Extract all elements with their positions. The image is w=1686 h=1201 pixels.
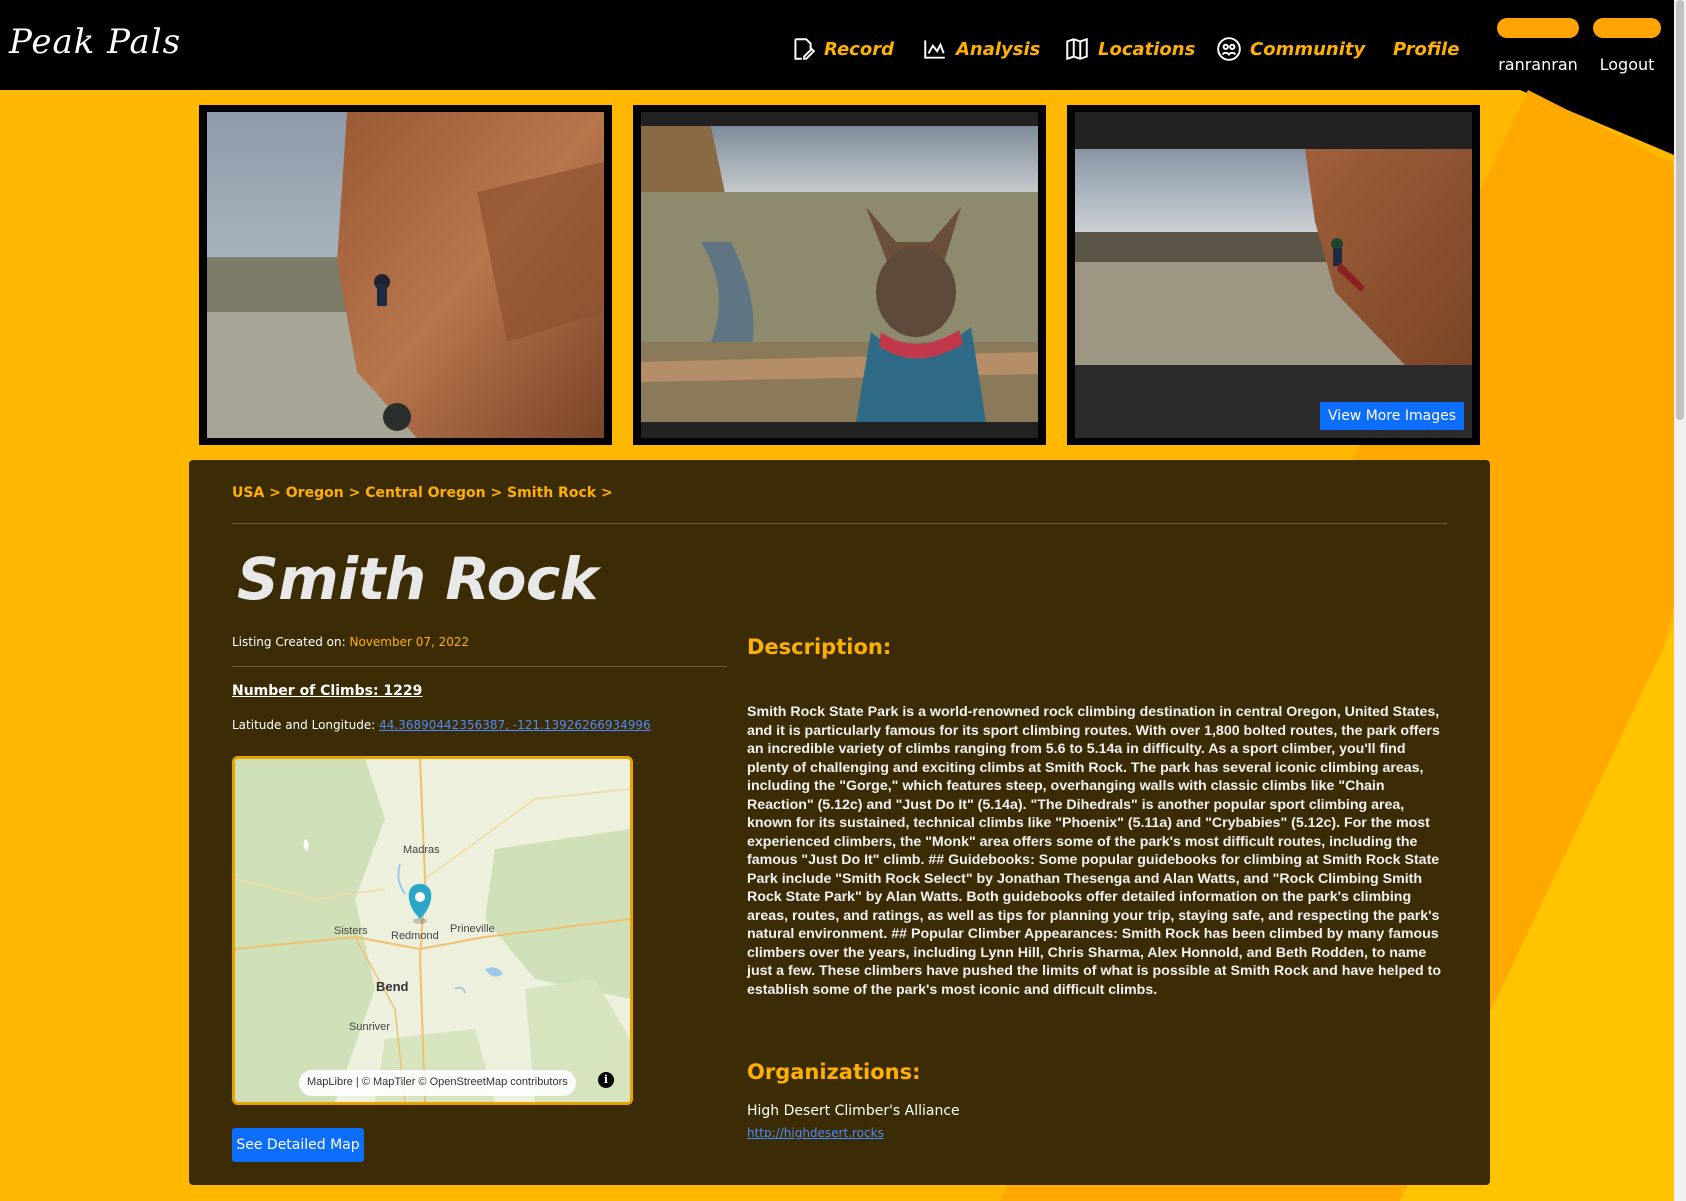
community-icon [1217, 37, 1241, 61]
map-attribution[interactable]: MapLibre | © MapTiler © OpenStreetMap co… [299, 1070, 576, 1096]
number-of-climbs: Number of Climbs: 1229 [232, 683, 423, 699]
map-label-redmond: Redmond [391, 930, 439, 942]
dog-photo [641, 112, 1038, 438]
nav-profile[interactable]: Profile [1393, 34, 1459, 64]
latlng-label: Latitude and Longitude: [232, 718, 376, 732]
listing-created: Listing Created on: November 07, 2022 [232, 635, 469, 649]
nav-analysis[interactable]: Analysis [922, 34, 1040, 64]
breadcrumb-sep: > [490, 485, 503, 501]
gallery-photo-1[interactable] [199, 105, 612, 445]
page-title: Smith Rock [237, 545, 598, 613]
breadcrumb-oregon[interactable]: Oregon [286, 485, 344, 501]
user-menu[interactable]: ranranran [1497, 18, 1579, 74]
analysis-icon [924, 40, 945, 59]
nav-community-label: Community [1250, 38, 1366, 60]
created-date: November 07, 2022 [349, 635, 470, 649]
nav-analysis-label: Analysis [956, 38, 1041, 60]
breadcrumb-sep: > [348, 485, 361, 501]
map-label-madras: Madras [403, 844, 440, 856]
breadcrumb-sep: > [600, 485, 613, 501]
nav-record-label: Record [824, 38, 894, 60]
gallery-photo-2[interactable] [633, 105, 1046, 445]
nav-record[interactable]: Record [790, 34, 894, 64]
climber-photo [207, 112, 604, 438]
lat-lng: Latitude and Longitude: 44.3689044235638… [232, 718, 651, 732]
record-icon [794, 38, 816, 60]
locations-icon [1066, 37, 1088, 61]
info-icon[interactable]: i [598, 1072, 614, 1088]
user-pill[interactable] [1497, 18, 1579, 38]
logout-menu[interactable]: Logout [1586, 18, 1668, 74]
breadcrumb: USA > Oregon > Central Oregon > Smith Ro… [232, 485, 613, 501]
map-label-prineville: Prineville [450, 923, 495, 935]
scrollbar-thumb[interactable] [1676, 0, 1684, 420]
scrollbar[interactable] [1674, 0, 1686, 1201]
map-label-bend: Bend [376, 979, 409, 994]
latlng-link[interactable]: 44.36890442356387, -121.13926266934996 [379, 718, 651, 732]
nav-profile-label: Profile [1393, 38, 1460, 60]
logo[interactable]: Peak Pals [9, 22, 181, 62]
nav-community[interactable]: Community [1216, 34, 1365, 64]
nav-locations[interactable]: Locations [1064, 34, 1195, 64]
logout-link[interactable]: Logout [1586, 55, 1668, 74]
divider [232, 666, 727, 667]
see-detailed-map-button[interactable]: See Detailed Map [232, 1128, 364, 1162]
description-text: Smith Rock State Park is a world-renowne… [747, 704, 1442, 998]
logout-pill[interactable] [1593, 18, 1661, 38]
map-label-sunriver: Sunriver [349, 1021, 390, 1033]
location-map[interactable]: Madras Sisters Redmond Prineville Bend S… [232, 756, 633, 1105]
organization-link[interactable]: http://highdesert.rocks [747, 1126, 884, 1140]
breadcrumb-smith-rock[interactable]: Smith Rock [507, 485, 596, 501]
username: ranranran [1498, 55, 1578, 74]
breadcrumb-central-oregon[interactable]: Central Oregon [365, 485, 485, 501]
description-heading: Description: [747, 635, 892, 659]
gallery-photo-3[interactable]: View More Images [1067, 105, 1480, 445]
view-more-images-button[interactable]: View More Images [1320, 402, 1464, 430]
organizations-heading: Organizations: [747, 1060, 921, 1084]
breadcrumb-sep: > [269, 485, 281, 501]
divider [232, 523, 1447, 524]
breadcrumb-usa[interactable]: USA [232, 485, 264, 501]
created-label: Listing Created on: [232, 635, 346, 649]
top-nav-bar: Peak Pals Record Analysis Locations Comm… [0, 0, 1686, 90]
map-label-sisters: Sisters [334, 925, 368, 937]
climber-wide-photo [1075, 112, 1472, 438]
organization-name: High Desert Climber's Alliance [747, 1103, 960, 1119]
nav-locations-label: Locations [1098, 38, 1196, 60]
location-panel: USA > Oregon > Central Oregon > Smith Ro… [189, 460, 1490, 1185]
